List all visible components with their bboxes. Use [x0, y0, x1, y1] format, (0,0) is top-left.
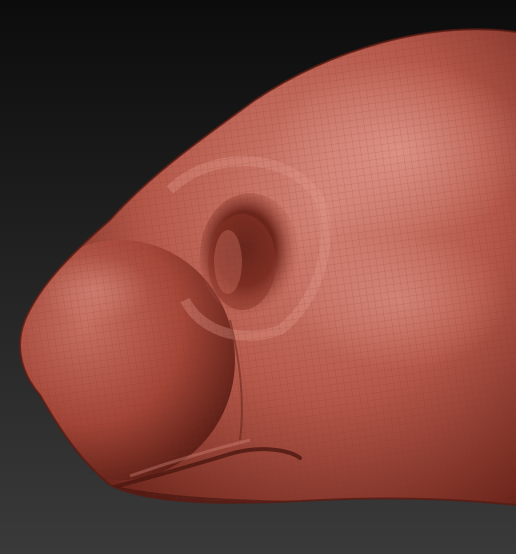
- sculpt-render: [0, 0, 516, 554]
- sculpt-viewport[interactable]: [0, 0, 516, 554]
